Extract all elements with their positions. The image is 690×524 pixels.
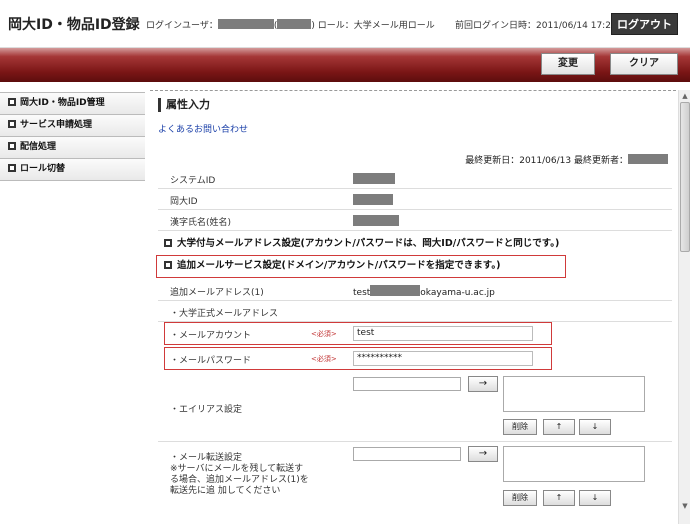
scrollbar[interactable]: ▲ ▼ [678, 90, 690, 524]
header: 岡大ID・物品ID登録 ログインユーザ：() ロール：大学メール用ロール 前回ロ… [0, 0, 690, 48]
role-text: ロール：大学メール用ロール [317, 21, 435, 31]
square-bullet-icon [164, 261, 172, 269]
forward-label: ・メール転送設定 ※サーバにメールを残して転送す る場合、追加メールアドレス(1… [170, 453, 309, 497]
alias-list[interactable] [503, 376, 645, 412]
toolbar-band: 変更 クリア [0, 48, 690, 82]
row-okadai-id: 岡大ID [158, 189, 672, 210]
row-mail-password: ・メールパスワード <必須> ********** [158, 348, 672, 369]
additional-mail-value: test okayama-u.ac.jp [353, 285, 495, 298]
mail-password-input[interactable]: ********** [353, 351, 533, 366]
group-university-mail[interactable]: 大学付与メールアドレス設定(アカウント/パスワードは、岡大ID/パスワードと同じ… [158, 234, 672, 254]
sidebar-item-label: サービス申請処理 [20, 120, 93, 130]
sidebar-item-service-requests[interactable]: サービス申請処理 [0, 114, 145, 137]
sidebar-item-id-management[interactable]: 岡大ID・物品ID管理 [0, 92, 145, 115]
section-title: 属性入力 [158, 98, 210, 112]
sidebar-item-label: 配信処理 [20, 142, 57, 152]
sidebar: 岡大ID・物品ID管理 サービス申請処理 配信処理 ロール切替 [0, 92, 145, 181]
clear-button[interactable]: クリア [610, 53, 678, 75]
mail-suffix: okayama-u.ac.jp [420, 288, 495, 298]
updated-by: 最終更新者： [573, 156, 628, 166]
required-badge: <必須> [311, 355, 337, 363]
official-mail-label: ・大学正式メールアドレス [170, 309, 279, 319]
group-additional-mail-label: 追加メールサービス設定(ドメイン/アカウント/パスワードを指定できます。) [177, 260, 501, 271]
masked-updater [628, 154, 668, 164]
user-label: ログインユーザ： [146, 21, 218, 31]
masked-user-name [277, 19, 312, 29]
alias-add-button[interactable]: → [468, 376, 498, 392]
masked-value [353, 194, 393, 205]
masked-username [217, 19, 274, 29]
square-bullet-icon [8, 142, 16, 150]
sidebar-item-label: ロール切替 [20, 164, 66, 174]
sidebar-item-role-switch[interactable]: ロール切替 [0, 158, 145, 181]
row-kanji-name: 漢字氏名(姓名) [158, 210, 672, 231]
row-additional-mail: 追加メールアドレス(1) test okayama-u.ac.jp [158, 280, 672, 301]
group-university-mail-label: 大学付与メールアドレス設定(アカウント/パスワードは、岡大ID/パスワードと同じ… [177, 238, 560, 249]
square-bullet-icon [8, 120, 16, 128]
okadai-id-label: 岡大ID [170, 197, 198, 207]
forward-add-button[interactable]: → [468, 446, 498, 462]
updated-date: 最終更新日：2011/06/13 [465, 156, 572, 166]
kanji-name-label: 漢字氏名(姓名) [170, 218, 232, 228]
forward-label-line: ・メール転送設定 [170, 453, 243, 463]
last-updated: 最終更新日：2011/06/13 最終更新者： [465, 153, 668, 166]
square-bullet-icon [8, 164, 16, 172]
row-forward: ・メール転送設定 ※サーバにメールを残して転送す る場合、追加メールアドレス(1… [158, 443, 672, 515]
user-paren-close: ) [311, 21, 315, 31]
forward-list[interactable] [503, 446, 645, 482]
row-official-mail: ・大学正式メールアドレス [158, 301, 672, 322]
system-id-value [353, 173, 395, 186]
scroll-thumb[interactable] [680, 102, 690, 252]
square-bullet-icon [8, 98, 16, 106]
change-button[interactable]: 変更 [541, 53, 595, 75]
forward-label-line: ※サーバにメールを残して転送す [170, 464, 304, 474]
forward-up-button[interactable]: ↑ [543, 490, 575, 506]
sidebar-item-distribution[interactable]: 配信処理 [0, 136, 145, 159]
forward-down-button[interactable]: ↓ [579, 490, 611, 506]
top-divider [150, 90, 676, 91]
masked-value [353, 173, 395, 184]
app-title: 岡大ID・物品ID登録 [8, 17, 140, 33]
masked-value [353, 215, 399, 226]
alias-up-button[interactable]: ↑ [543, 419, 575, 435]
row-mail-account: ・メールアカウント <必須> test [158, 323, 672, 344]
user-info: ログインユーザ：() ロール：大学メール用ロール [146, 18, 435, 31]
forward-input[interactable] [353, 447, 461, 461]
mail-account-label: ・メールアカウント [170, 331, 252, 341]
logout-button[interactable]: ログアウト [611, 13, 678, 35]
group-additional-mail[interactable]: 追加メールサービス設定(ドメイン/アカウント/パスワードを指定できます。) [158, 256, 672, 276]
square-bullet-icon [164, 239, 172, 247]
mail-prefix: test [353, 288, 371, 298]
okadai-id-value [353, 194, 393, 207]
main-content: 属性入力 よくあるお問い合わせ 最終更新日：2011/06/13 最終更新者： … [150, 90, 676, 524]
kanji-name-value [353, 215, 399, 228]
alias-label: ・エイリアス設定 [170, 405, 243, 415]
forward-label-line: 転送先に追 加してください [170, 486, 281, 496]
alias-delete-button[interactable]: 削除 [503, 419, 537, 435]
last-login: 前回ログイン日時：2011/06/14 17:23:01 [455, 21, 632, 31]
forward-delete-button[interactable]: 削除 [503, 490, 537, 506]
scroll-up-icon[interactable]: ▲ [681, 92, 689, 100]
required-badge: <必須> [311, 330, 337, 338]
additional-mail-label: 追加メールアドレス(1) [170, 288, 264, 298]
system-id-label: システムID [170, 176, 216, 186]
sidebar-item-label: 岡大ID・物品ID管理 [20, 98, 105, 108]
faq-link[interactable]: よくあるお問い合わせ [158, 122, 248, 135]
alias-input[interactable] [353, 377, 461, 391]
row-alias: ・エイリアス設定 → 削除 ↑ ↓ [158, 372, 672, 442]
forward-label-line: る場合、追加メールアドレス(1)を [170, 475, 309, 485]
alias-down-button[interactable]: ↓ [579, 419, 611, 435]
mail-account-input[interactable]: test [353, 326, 533, 341]
row-system-id: システムID [158, 168, 672, 189]
mail-password-label: ・メールパスワード [170, 356, 252, 366]
masked-value [370, 285, 421, 296]
scroll-down-icon[interactable]: ▼ [681, 502, 689, 510]
